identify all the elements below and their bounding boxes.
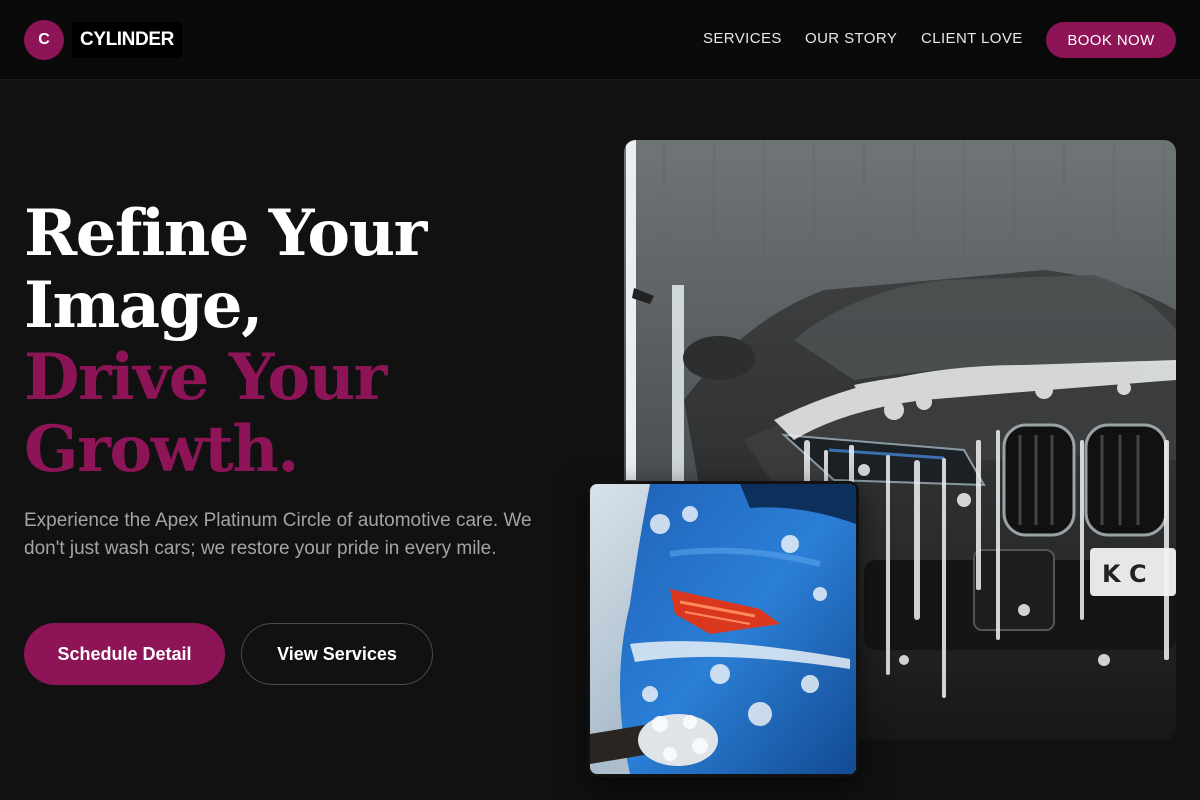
view-services-button[interactable]: View Services xyxy=(241,623,433,685)
site-header: C CYLINDER SERVICES OUR STORY CLIENT LOV… xyxy=(0,0,1200,80)
schedule-detail-button[interactable]: Schedule Detail xyxy=(24,623,225,685)
logo-mark[interactable]: C xyxy=(24,20,64,60)
nav-link-our-story[interactable]: OUR STORY xyxy=(805,30,897,47)
blue-car-wash-photo xyxy=(587,481,859,777)
headline-line-2: Image, xyxy=(24,268,263,343)
nav-link-services[interactable]: SERVICES xyxy=(703,30,782,47)
license-plate-text: K C xyxy=(1102,560,1147,588)
brand-name[interactable]: CYLINDER xyxy=(72,22,182,58)
hero-description: Experience the Apex Platinum Circle of a… xyxy=(24,510,532,559)
headline-line-1: Refine Your xyxy=(24,196,427,271)
headline-line-3: Drive Your xyxy=(24,340,387,415)
page: C CYLINDER SERVICES OUR STORY CLIENT LOV… xyxy=(0,0,1200,800)
headline-line-4: Growth. xyxy=(24,412,300,487)
book-now-button[interactable]: BOOK NOW xyxy=(1046,22,1176,58)
nav-link-client-love[interactable]: CLIENT LOVE xyxy=(921,30,1023,47)
hero-headline: Refine Your Image, Drive Your Growth. xyxy=(24,198,584,486)
blue-car-illustration xyxy=(590,484,856,774)
